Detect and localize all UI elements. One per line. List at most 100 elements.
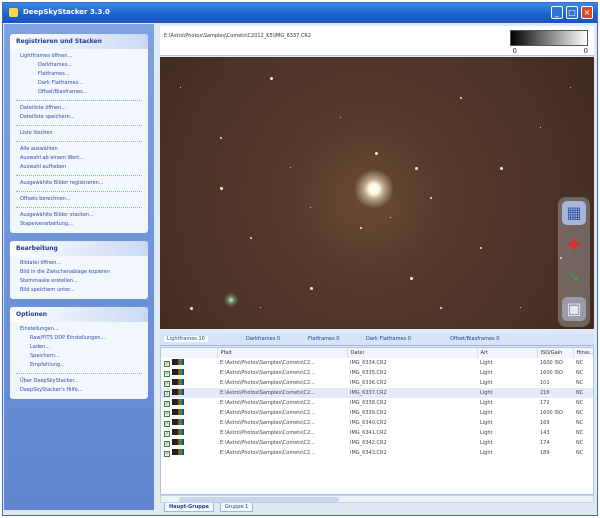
table-row[interactable]: ✓ E:\Astro\Photos\Samples\Comets\C2... IM… — [161, 358, 593, 368]
table-row[interactable]: ✓ E:\Astro\Photos\Samples\Comets\C2... IM… — [161, 448, 593, 458]
row-note: NC — [576, 360, 584, 366]
rgb-icon — [177, 359, 184, 365]
sidebar-item-deepskystacker-s-hilfe[interactable]: DeepSkyStacker's Hilfe... — [16, 386, 142, 395]
row-note: NC — [576, 430, 584, 436]
row-checkbox[interactable]: ✓ — [164, 441, 170, 447]
row-status-cell: ✓ — [161, 368, 217, 378]
tab-lightframes-10[interactable]: Lightframes 10 — [164, 336, 208, 342]
sidebar-item-flatframes[interactable]: Flatframes... — [16, 70, 142, 79]
panel-title-edit[interactable]: Bearbeitung — [10, 241, 148, 256]
sidebar-item-sternmaske-erstellen[interactable]: Sternmaske erstellen... — [16, 277, 142, 286]
edit-comet-icon[interactable]: ➘ — [562, 265, 586, 289]
crosshair-star-icon[interactable]: ✚ — [562, 233, 586, 257]
star — [540, 127, 541, 128]
row-checkbox[interactable]: ✓ — [164, 401, 170, 407]
sidebar-item-ber-deepskystacker[interactable]: Über DeepSkyStacker... — [16, 377, 142, 386]
sidebar-item-offset-biasframes[interactable]: Offset/Biasframes... — [16, 88, 142, 97]
column-header-hinw[interactable]: Hinw... — [573, 348, 593, 358]
sidebar-item-bild-speichern-unter[interactable]: Bild speichern unter... — [16, 286, 142, 295]
save-icon[interactable]: ▣ — [562, 297, 586, 321]
panel-body-edit: Bildatei öffnen... Bild in die Zwischenab… — [10, 256, 148, 299]
rgb-icon — [177, 409, 184, 415]
table-row[interactable]: ✓ E:\Astro\Photos\Samples\Comets\C2... IM… — [161, 378, 593, 388]
comet-glow — [224, 293, 238, 307]
row-path: E:\Astro\Photos\Samples\Comets\C2... — [220, 440, 315, 446]
row-type: Light — [480, 400, 493, 406]
row-checkbox[interactable]: ✓ — [164, 371, 170, 377]
table-row[interactable]: ✓ E:\Astro\Photos\Samples\Comets\C2... IM… — [161, 428, 593, 438]
sidebar-item-stapelverarbeitung[interactable]: Stapelverarbeitung... — [16, 220, 142, 229]
sidebar-item-einstellungen[interactable]: Einstellungen... — [16, 325, 142, 334]
sidebar-item-bildatei-ffnen[interactable]: Bildatei öffnen... — [16, 259, 142, 268]
sidebar-item-auswahl-ab-einem-wert[interactable]: Auswahl ab einem Wert... — [16, 154, 142, 163]
sidebar-item-lightframes-ffnen[interactable]: Lightframes öffnen... — [16, 52, 142, 61]
table-row[interactable]: ✓ E:\Astro\Photos\Samples\Comets\C2... IM… — [161, 398, 593, 408]
star — [415, 167, 418, 170]
sidebar-item-speichern[interactable]: Speichern... — [16, 352, 142, 361]
sidebar-item-ausgew-hlte-bilder-registrieren[interactable]: Ausgewählte Bilder registrieren... — [16, 179, 142, 188]
row-checkbox[interactable]: ✓ — [164, 421, 170, 427]
sidebar-item-laden[interactable]: Laden... — [16, 343, 142, 352]
horizontal-scrollbar[interactable] — [160, 495, 594, 503]
column-header-pfad[interactable]: Pfad — [217, 348, 348, 358]
sidebar-item-raw-fits-ddp-einstellungen[interactable]: Raw/FITS DDP Einstellungen... — [16, 334, 142, 343]
table-body: ✓ E:\Astro\Photos\Samples\Comets\C2... IM… — [161, 358, 593, 458]
close-icon[interactable]: × — [581, 6, 593, 19]
row-iso: 1600 ISO — [540, 410, 563, 416]
row-checkbox[interactable]: ✓ — [164, 391, 170, 397]
row-path: E:\Astro\Photos\Samples\Comets\C2... — [220, 410, 315, 416]
tab-offset-biasframes-0[interactable]: Offset/Biasframes 0 — [450, 336, 499, 342]
column-header-art[interactable]: Art — [477, 348, 538, 358]
row-note: NC — [576, 370, 584, 376]
image-viewer[interactable]: ▦ ✚ ➘ ▣ — [160, 57, 594, 329]
tab-dark-flatframes-0[interactable]: Dark Flatframes 0 — [366, 336, 411, 342]
row-checkbox[interactable]: ✓ — [164, 451, 170, 457]
table-row[interactable]: ✓ E:\Astro\Photos\Samples\Comets\C2... IM… — [161, 408, 593, 418]
row-checkbox[interactable]: ✓ — [164, 411, 170, 417]
sidebar-separator — [16, 100, 142, 101]
sidebar-item-dateiliste-speichern[interactable]: Dateiliste speichern... — [16, 113, 142, 122]
rgb-icon — [177, 439, 184, 445]
sidebar-item-alle-ausw-hlen[interactable]: Alle auswählen — [16, 145, 142, 154]
table-row[interactable]: ✓ E:\Astro\Photos\Samples\Comets\C2... IM… — [161, 368, 593, 378]
maximize-icon[interactable]: □ — [566, 6, 578, 19]
star — [375, 152, 378, 155]
row-checkbox[interactable]: ✓ — [164, 431, 170, 437]
sidebar-item-bild-in-die-zwischenablage-kopieren[interactable]: Bild in die Zwischenablage kopieren — [16, 268, 142, 277]
star — [190, 307, 193, 310]
row-file: IMG_6343.CR2 — [350, 450, 387, 456]
column-header-status[interactable] — [161, 348, 218, 358]
scrollbar-thumb[interactable] — [179, 497, 339, 502]
panel-title-options[interactable]: Optionen — [10, 307, 148, 322]
column-header-datei[interactable]: Datei — [347, 348, 478, 358]
group-tab-gruppe-1[interactable]: Gruppe 1 — [220, 503, 254, 512]
tab-darkframes-0[interactable]: Darkframes 0 — [246, 336, 280, 342]
histogram-slider[interactable] — [510, 30, 588, 46]
table-row[interactable]: ✓ E:\Astro\Photos\Samples\Comets\C2... IM… — [161, 438, 593, 448]
table-row[interactable]: ✓ E:\Astro\Photos\Samples\Comets\C2... IM… — [161, 418, 593, 428]
sidebar-item-darkframes[interactable]: Darkframes... — [16, 61, 142, 70]
row-status-cell: ✓ — [161, 408, 217, 418]
sidebar-item-ausgew-hlte-bilder-stacken[interactable]: Ausgewählte Bilder stacken... — [16, 211, 142, 220]
table-row[interactable]: ✓ E:\Astro\Photos\Samples\Comets\C2... IM… — [161, 388, 593, 398]
sidebar-item-auswahl-aufheben[interactable]: Auswahl aufheben — [16, 163, 142, 172]
star — [570, 87, 571, 88]
row-iso: 174 — [540, 440, 550, 446]
row-checkbox[interactable]: ✓ — [164, 361, 170, 367]
sidebar-item-dark-flatframes[interactable]: Dark Flatframes... — [16, 79, 142, 88]
panel-title-register-stack[interactable]: Registrieren und Stacken — [10, 34, 148, 49]
group-tab-haupt-gruppe[interactable]: Haupt-Gruppe — [164, 503, 214, 512]
column-header-iso-gain[interactable]: ISO/Gain — [537, 348, 574, 358]
row-note: NC — [576, 400, 584, 406]
row-checkbox[interactable]: ✓ — [164, 381, 170, 387]
title-bar[interactable]: DeepSkyStacker 3.3.0 _ □ × — [3, 3, 597, 23]
sidebar-item-offsets-berechnen[interactable]: Offsets berechnen... — [16, 195, 142, 204]
sidebar-item-liste-l-schen[interactable]: Liste löschen — [16, 129, 142, 138]
tab-flatframes-0[interactable]: Flatframes 0 — [308, 336, 340, 342]
sidebar-item-dateiliste-ffnen[interactable]: Dateiliste öffnen... — [16, 104, 142, 113]
row-path: E:\Astro\Photos\Samples\Comets\C2... — [220, 370, 315, 376]
rgb-icon — [177, 429, 184, 435]
stack-tool-icon[interactable]: ▦ — [562, 201, 586, 225]
sidebar-item-empfehlung[interactable]: Empfehlung... — [16, 361, 142, 370]
minimize-icon[interactable]: _ — [551, 6, 563, 19]
